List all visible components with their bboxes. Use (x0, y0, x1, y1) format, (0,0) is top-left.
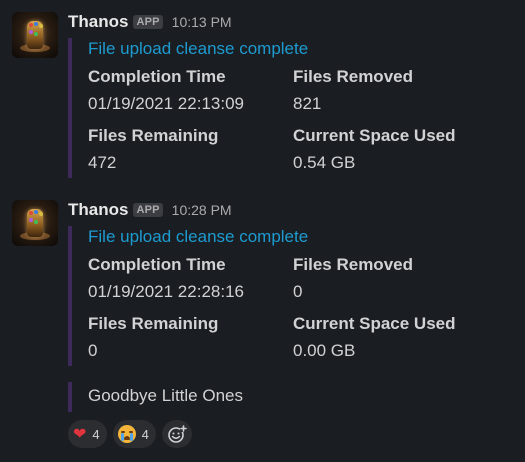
sender-name[interactable]: Thanos (68, 200, 128, 220)
field-label-current-space-used: Current Space Used (293, 126, 456, 145)
attachment-title-link[interactable]: File upload cleanse complete (88, 39, 308, 59)
field-value-current-space-used: 0.54 GB (293, 153, 356, 172)
reaction-count: 4 (141, 426, 149, 442)
bot-avatar[interactable] (12, 12, 58, 58)
gem-icon (34, 220, 38, 224)
followup-attachment: Goodbye Little Ones (68, 382, 243, 412)
message-attachment: File upload cleanse complete Completion … (68, 38, 502, 178)
reaction-crying[interactable]: 4 (112, 420, 156, 448)
gem-icon (29, 30, 33, 34)
field-value-completion-time: 01/19/2021 22:13:09 (88, 94, 244, 113)
field-label-files-remaining: Files Remaining (88, 314, 219, 333)
crying-face-icon (117, 425, 136, 443)
message-header: Thanos APP 10:13 PM (68, 10, 232, 34)
add-reaction-icon (168, 425, 187, 443)
gem-icon (39, 24, 43, 28)
message-attachment: File upload cleanse complete Completion … (68, 226, 502, 366)
app-badge: APP (133, 15, 163, 29)
followup-text: Goodbye Little Ones (88, 386, 243, 405)
field-value-files-remaining: 0 (88, 341, 98, 360)
field-value-current-space-used: 0.00 GB (293, 341, 356, 360)
gem-icon (34, 32, 38, 36)
message-header: Thanos APP 10:28 PM (68, 198, 232, 222)
gem-icon (34, 210, 38, 214)
red-heart-icon: ❤ (73, 424, 87, 443)
message-timestamp[interactable]: 10:13 PM (172, 14, 232, 30)
field-label-files-removed: Files Removed (293, 255, 413, 274)
gem-icon (29, 218, 33, 222)
field-value-files-removed: 0 (293, 282, 303, 301)
reaction-count: 4 (92, 426, 100, 442)
gem-icon (29, 23, 33, 27)
app-badge: APP (133, 203, 163, 217)
gem-icon (29, 211, 33, 215)
field-value-completion-time: 01/19/2021 22:28:16 (88, 282, 244, 301)
sender-name[interactable]: Thanos (68, 12, 128, 32)
field-label-files-remaining: Files Remaining (88, 126, 219, 145)
gem-icon (39, 212, 43, 216)
message-timestamp[interactable]: 10:28 PM (172, 202, 232, 218)
field-label-completion-time: Completion Time (88, 67, 226, 86)
field-label-files-removed: Files Removed (293, 67, 413, 86)
reaction-heart[interactable]: ❤ 4 (68, 420, 107, 448)
field-value-files-remaining: 472 (88, 153, 117, 172)
field-label-current-space-used: Current Space Used (293, 314, 456, 333)
field-label-completion-time: Completion Time (88, 255, 226, 274)
gem-icon (34, 22, 38, 26)
reactions-bar: ❤ 4 4 (68, 420, 192, 448)
add-reaction-button[interactable] (161, 420, 192, 448)
field-value-files-removed: 821 (293, 94, 322, 113)
bot-avatar[interactable] (12, 200, 58, 246)
attachment-title-link[interactable]: File upload cleanse complete (88, 227, 308, 247)
